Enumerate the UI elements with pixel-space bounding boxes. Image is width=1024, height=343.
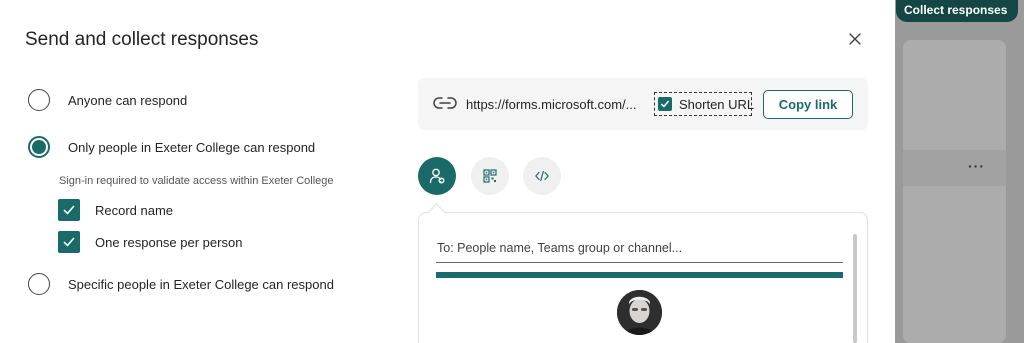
one-response-checkbox[interactable]: [58, 231, 80, 253]
send-collect-dialog: Send and collect responses Anyone can re…: [0, 0, 893, 343]
more-options-icon: ···: [968, 158, 985, 174]
checkmark-icon: [63, 237, 75, 247]
share-qr-button[interactable]: [471, 157, 509, 195]
record-name-label: Record name: [95, 202, 174, 218]
background-row: [903, 150, 1006, 186]
checkmark-icon: [63, 205, 75, 215]
shorten-url-label: Shorten URL: [679, 96, 755, 112]
option-anyone[interactable]: Anyone can respond: [28, 89, 187, 111]
dialog-title: Send and collect responses: [25, 29, 259, 50]
option-organization-label: Only people in Exeter College can respon…: [68, 139, 316, 155]
record-name-checkbox[interactable]: [58, 199, 80, 221]
background-panel: [903, 40, 1006, 343]
one-response-checkbox-row[interactable]: One response per person: [58, 231, 242, 253]
close-icon[interactable]: [845, 29, 865, 49]
sign-in-hint: Sign-in required to validate access with…: [59, 175, 334, 187]
option-specific-people[interactable]: Specific people in Exeter College can re…: [28, 273, 334, 295]
radio-anyone[interactable]: [28, 89, 50, 111]
form-url: https://forms.microsoft.com/...: [466, 97, 637, 112]
one-response-label: One response per person: [95, 234, 243, 250]
scrollbar[interactable]: [853, 234, 857, 343]
radio-organization[interactable]: [28, 136, 50, 158]
avatar: [617, 290, 662, 335]
radio-specific-people[interactable]: [28, 273, 50, 295]
checkmark-icon: [661, 100, 669, 108]
qr-code-icon: [483, 169, 497, 183]
link-icon: [432, 95, 458, 116]
share-embed-button[interactable]: [523, 157, 561, 195]
copy-link-button[interactable]: Copy link: [763, 90, 853, 119]
invite-people-icon: [429, 168, 445, 184]
option-anyone-label: Anyone can respond: [68, 92, 188, 108]
progress-bar: [436, 272, 843, 278]
link-bar: https://forms.microsoft.com/... Shorten …: [418, 78, 868, 130]
to-recipients-input[interactable]: [436, 234, 843, 263]
embed-code-icon: [535, 170, 549, 182]
share-invite-button[interactable]: [418, 157, 456, 195]
shorten-url-checkbox[interactable]: [658, 97, 672, 111]
record-name-checkbox-row[interactable]: Record name: [58, 199, 173, 221]
shorten-url-toggle[interactable]: Shorten URL: [654, 92, 755, 116]
option-specific-people-label: Specific people in Exeter College can re…: [68, 276, 334, 292]
collect-responses-button: Collect responses: [896, 0, 1018, 22]
option-organization[interactable]: Only people in Exeter College can respon…: [28, 136, 315, 158]
